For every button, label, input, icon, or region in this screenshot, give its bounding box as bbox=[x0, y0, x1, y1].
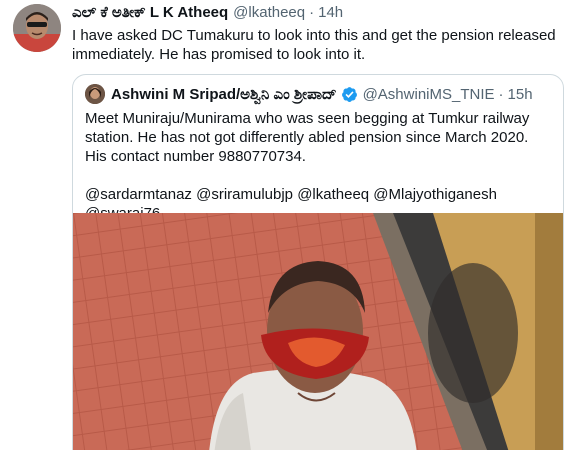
quoted-tweet-text: Meet Muniraju/Munirama who was seen begg… bbox=[85, 109, 553, 223]
quoted-text-line: Meet Muniraju/Munirama who was seen begg… bbox=[85, 110, 530, 127]
verified-badge-icon bbox=[341, 86, 357, 102]
tweet-timestamp[interactable]: 14h bbox=[318, 4, 343, 21]
photo-man-at-railway-station bbox=[73, 213, 563, 450]
quoted-tweet-photo[interactable] bbox=[73, 213, 563, 450]
author-handle[interactable]: @lkatheeq bbox=[233, 4, 305, 21]
quoted-tweet-timestamp[interactable]: 15h bbox=[508, 86, 533, 103]
quoted-author-avatar-image bbox=[85, 84, 105, 104]
tweet-header: ಎಲ್ ಕೆ ಅತೀಕ್ L K Atheeq @lkatheeq · 14h bbox=[72, 4, 343, 24]
header-separator: · bbox=[309, 4, 315, 21]
quoted-tweet-header: Ashwini M Sripad/ಅಶ್ವಿನಿ ಎಂ ಶ್ರೀಪಾದ್ @As… bbox=[85, 83, 533, 105]
quoted-author-handle[interactable]: @AshwiniMS_TNIE bbox=[363, 86, 495, 103]
tweet-text: I have asked DC Tumakuru to look into th… bbox=[72, 27, 556, 63]
quoted-header-separator: · bbox=[498, 85, 504, 103]
quoted-author-display-name[interactable]: Ashwini M Sripad/ಅಶ್ವಿನಿ ಎಂ ಶ್ರೀಪಾದ್ bbox=[111, 86, 337, 103]
quoted-text-line: His contact number 9880770734. bbox=[85, 148, 306, 165]
author-avatar[interactable] bbox=[13, 4, 61, 52]
author-display-name[interactable]: ಎಲ್ ಕೆ ಅತೀಕ್ L K Atheeq bbox=[72, 4, 228, 21]
quoted-text-line: station. He has not got differently able… bbox=[85, 129, 529, 146]
author-avatar-image bbox=[13, 4, 61, 52]
quoted-tweet[interactable]: Ashwini M Sripad/ಅಶ್ವಿನಿ ಎಂ ಶ್ರೀಪಾದ್ @As… bbox=[72, 74, 564, 450]
quoted-author-avatar[interactable] bbox=[85, 84, 105, 104]
tweet[interactable]: ಎಲ್ ಕೆ ಅತೀಕ್ L K Atheeq @lkatheeq · 14h … bbox=[0, 0, 573, 450]
